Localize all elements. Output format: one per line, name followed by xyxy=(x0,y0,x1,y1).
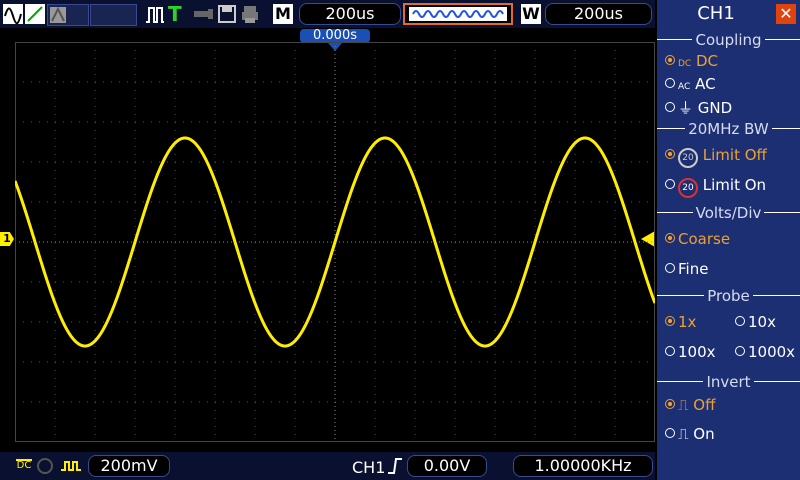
usb-icon xyxy=(192,6,214,22)
coupling-gnd-option[interactable]: ⏚ GND xyxy=(665,97,732,118)
bw-limit-on-option[interactable]: 20 Limit On xyxy=(665,176,766,198)
coupling-group: Coupling DC DC AC AC ⏚ GND xyxy=(657,31,800,119)
close-icon[interactable]: ✕ xyxy=(776,4,796,24)
invert-wave-icon-2: ⎍ xyxy=(678,425,689,443)
bw-off-icon: 20 xyxy=(678,148,698,168)
top-status-bar: T M 200us W 200us xyxy=(0,0,655,28)
window-label: W xyxy=(521,4,541,24)
window-timebase-readout[interactable]: 200us xyxy=(545,3,652,25)
probe-heading: Probe xyxy=(657,287,800,305)
invert-group: Invert ⎍ Off ⎍ On xyxy=(657,373,800,454)
waveform-display-icon[interactable] xyxy=(3,4,23,25)
frequency-readout: 1.00000KHz xyxy=(513,455,653,477)
volts-div-group: Volts/Div Coarse Fine xyxy=(657,204,800,285)
invert-off-icon xyxy=(60,458,82,474)
vdiv-fine-option[interactable]: Fine xyxy=(665,260,708,278)
probe-1000x-option[interactable]: 1000x xyxy=(735,343,795,361)
coupling-ac-option[interactable]: AC AC xyxy=(665,75,716,93)
probe-100x-option[interactable]: 100x xyxy=(665,343,716,361)
acquire-bar xyxy=(90,4,137,26)
bottom-status-bar: DC 200mV CH1 0.00V 1.00000KHz xyxy=(0,452,655,480)
probe-group: Probe 1x 10x 100x 1000x xyxy=(657,287,800,368)
bw-on-icon: 20 xyxy=(678,178,698,198)
invert-on-option[interactable]: ⎍ On xyxy=(665,425,715,443)
trigger-level-readout[interactable]: 0.00V xyxy=(407,455,487,477)
coupling-heading: Coupling xyxy=(657,31,800,49)
vdiv-coarse-option[interactable]: Coarse xyxy=(665,230,730,248)
save-disk-icon[interactable] xyxy=(217,4,237,24)
invert-heading: Invert xyxy=(657,373,800,391)
coupling-dc-option[interactable]: DC DC xyxy=(665,52,718,70)
waveform-display xyxy=(13,42,657,442)
ground-icon: ⏚ xyxy=(678,99,694,117)
volts-div-readout[interactable]: 200mV xyxy=(88,455,170,477)
probe-10x-option[interactable]: 10x xyxy=(735,313,776,331)
bw-limit-off-option[interactable]: 20 Limit Off xyxy=(665,146,767,168)
invert-wave-icon: ⎍ xyxy=(678,396,689,414)
probe-1x-option[interactable]: 1x xyxy=(665,313,696,331)
rising-edge-icon xyxy=(386,457,404,475)
pulse-icon xyxy=(145,4,165,24)
printer-icon[interactable] xyxy=(240,4,260,24)
bw-heading: 20MHz BW xyxy=(657,120,800,138)
ch1-ground-marker[interactable]: 1 xyxy=(0,232,14,246)
dc-coupling-icon: DC xyxy=(16,459,32,471)
ch1-menu-panel: CH1 ✕ Coupling DC DC AC AC ⏚ GND 20MHz B… xyxy=(657,0,800,480)
trigger-t-icon: T xyxy=(168,2,182,26)
panel-title-label: CH1 xyxy=(697,3,735,24)
timebase-readout[interactable]: 200us xyxy=(299,3,401,25)
bw-group: 20MHz BW 20 Limit Off 20 Limit On xyxy=(657,120,800,201)
memory-depth-waveform-icon[interactable] xyxy=(403,3,513,25)
dc-icon: DC xyxy=(678,59,692,69)
invert-off-option[interactable]: ⎍ Off xyxy=(665,396,715,414)
run-mode-label: M xyxy=(273,4,293,24)
trigger-position-marker[interactable]: 0.000s xyxy=(300,29,370,43)
ac-icon: AC xyxy=(678,82,691,92)
volts-div-heading: Volts/Div xyxy=(657,204,800,222)
bw-limit-icon xyxy=(37,458,53,474)
persistence-icon[interactable] xyxy=(47,4,89,26)
panel-title: CH1 ✕ xyxy=(657,0,800,28)
vector-display-icon[interactable] xyxy=(25,4,45,24)
trigger-source: CH1 xyxy=(352,458,386,477)
oscilloscope-graticule xyxy=(13,42,657,442)
